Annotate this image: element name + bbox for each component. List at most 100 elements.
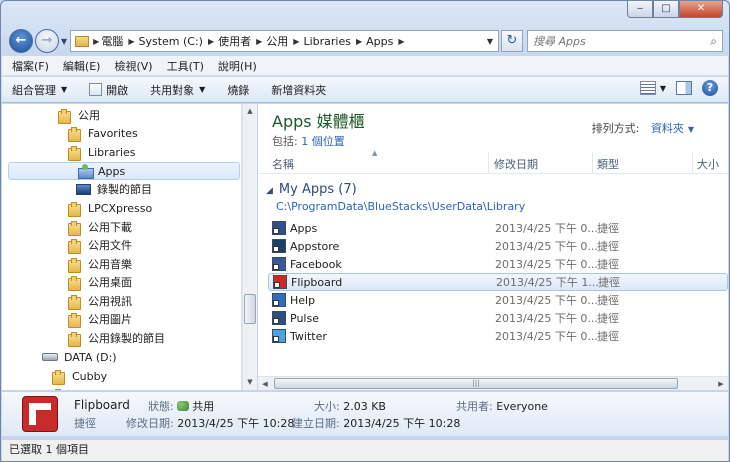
column-date-modified[interactable]: 修改日期 — [494, 156, 538, 172]
column-size[interactable]: 大小 — [697, 156, 719, 172]
tree-item[interactable]: Apps — [8, 162, 240, 180]
tree-item[interactable]: 錄製的節目 — [76, 180, 152, 198]
details-pane: Flipboard 捷徑 狀態: 共用 修改日期: 2013/4/25 下午 1… — [2, 391, 728, 436]
arrange-by-dropdown[interactable]: 資料夾 — [651, 122, 684, 135]
file-row[interactable]: Help 2013/4/25 下午 0... 捷徑 — [268, 291, 728, 309]
view-options-icon[interactable] — [639, 81, 656, 95]
details-size: 大小: 2.03 KB — [314, 400, 386, 413]
search-input[interactable] — [533, 34, 711, 48]
burn-button[interactable]: 燒錄 — [227, 82, 249, 98]
address-bar[interactable]: ▶ 電腦 ▶ System (C:) ▶ 使用者 ▶ 公用 ▶ Libraries ▶ A… — [70, 30, 499, 52]
search-box[interactable]: ⌕ — [527, 30, 723, 52]
new-folder-button[interactable]: 新增資料夾 — [271, 82, 326, 98]
tree-item[interactable]: DATA (D:) — [42, 348, 117, 366]
folder-icon — [52, 388, 65, 390]
file-row[interactable]: Pulse 2013/4/25 下午 0... 捷徑 — [268, 309, 728, 327]
file-row[interactable]: Apps 2013/4/25 下午 0... 捷徑 — [268, 219, 728, 237]
chevron-right-icon[interactable]: ▶ — [398, 37, 404, 46]
scroll-thumb[interactable]: ||| — [274, 378, 678, 389]
organize-button[interactable]: 組合管理 ▼ — [12, 82, 67, 98]
tree-item[interactable]: 公用桌面 — [68, 273, 132, 291]
forward-button[interactable]: → — [35, 29, 59, 53]
folder-icon — [68, 220, 81, 236]
chevron-right-icon[interactable]: ▶ — [356, 37, 362, 46]
file-row[interactable]: Facebook 2013/4/25 下午 0... 捷徑 — [268, 255, 728, 273]
navigation-scrollbar[interactable]: ▲ ▼ — [242, 104, 257, 390]
scroll-right-icon[interactable]: ▶ — [714, 377, 728, 391]
tree-item[interactable]: 公用文件 — [68, 236, 132, 254]
menu-view[interactable]: 檢視(V) — [114, 58, 152, 74]
scroll-left-icon[interactable]: ◀ — [258, 377, 272, 391]
menu-help[interactable]: 說明(H) — [218, 58, 257, 74]
tree-item[interactable]: 公用音樂 — [68, 255, 132, 273]
includes-locations-link[interactable]: 1 個位置 — [301, 135, 345, 148]
view-dropdown-icon[interactable]: ▼ — [660, 84, 666, 93]
tree-item-label: 錄製的節目 — [97, 183, 152, 196]
scroll-down-icon[interactable]: ▼ — [243, 375, 257, 390]
menu-edit[interactable]: 編輯(E) — [63, 58, 101, 74]
tree-item[interactable]: 公用圖片 — [68, 310, 132, 328]
flipboard-app-icon — [22, 396, 58, 432]
tree-item[interactable]: Cubby — [52, 367, 107, 385]
address-dropdown-icon[interactable]: ▼ — [482, 37, 498, 46]
chevron-down-icon[interactable]: ▼ — [688, 125, 694, 134]
scroll-up-icon[interactable]: ▲ — [243, 104, 257, 119]
tree-item[interactable]: 公用 — [58, 106, 100, 124]
column-name[interactable]: 名稱 — [272, 156, 294, 172]
menu-tools[interactable]: 工具(T) — [167, 58, 204, 74]
file-date: 2013/4/25 下午 0... — [495, 258, 598, 271]
menu-file[interactable]: 檔案(F) — [12, 58, 49, 74]
chevron-right-icon[interactable]: ▶ — [128, 37, 134, 46]
preview-pane-icon[interactable] — [676, 81, 692, 95]
group-header[interactable]: ◢ My Apps (7) — [266, 182, 357, 197]
tree-item[interactable]: LPCXpresso — [68, 199, 152, 217]
file-name: Pulse — [290, 311, 319, 325]
crumb-computer[interactable]: 電腦 ▶ — [101, 33, 134, 49]
file-row[interactable]: Flipboard 2013/4/25 下午 1... 捷徑 — [268, 273, 728, 291]
chevron-right-icon[interactable]: ▶ — [208, 37, 214, 46]
file-row[interactable]: Twitter 2013/4/25 下午 0... 捷徑 — [268, 327, 728, 345]
group-location-link[interactable]: C:\ProgramData\BlueStacks\UserData\Libra… — [276, 200, 525, 213]
tree-item[interactable]: Dropbox — [52, 386, 118, 390]
tree-item[interactable]: Libraries — [68, 143, 136, 161]
tree-item[interactable]: 公用錄製的節目 — [68, 329, 165, 347]
column-type[interactable]: 類型 — [597, 156, 619, 172]
crumb-arrow-icon[interactable]: ▶ — [93, 37, 99, 46]
library-title: Apps 媒體櫃 — [272, 112, 365, 131]
minimize-button[interactable]: ‒ — [627, 1, 653, 18]
crumb-apps[interactable]: Apps ▶ — [366, 35, 404, 48]
column-headers: ▲ 名稱 修改日期 類型 大小 — [258, 149, 728, 174]
tree-item[interactable]: 公用視訊 — [68, 292, 132, 310]
chevron-right-icon[interactable]: ▶ — [293, 37, 299, 46]
chevron-right-icon[interactable]: ▶ — [256, 37, 262, 46]
crumb-public[interactable]: 公用 ▶ — [266, 33, 299, 49]
open-button[interactable]: 開啟 — [89, 82, 128, 98]
arrange-by: 排列方式: 資料夾 ▼ — [591, 122, 694, 135]
details-created: 建立日期: 2013/4/25 下午 10:28 — [292, 417, 461, 430]
search-icon[interactable]: ⌕ — [710, 34, 717, 49]
shortcut-arrow-icon — [273, 228, 279, 234]
crumb-libraries[interactable]: Libraries ▶ — [303, 35, 362, 48]
tree-item-label: 公用桌面 — [88, 276, 132, 289]
share-with-button[interactable]: 共用對象 ▼ — [150, 82, 205, 98]
crumb-system-c[interactable]: System (C:) ▶ — [138, 35, 214, 48]
maximize-button[interactable]: □ — [653, 1, 679, 18]
horizontal-scrollbar[interactable]: ◀ ||| ▶ — [258, 376, 728, 390]
tree-item[interactable]: 公用下載 — [68, 218, 132, 236]
crumb-users[interactable]: 使用者 ▶ — [218, 33, 262, 49]
tree-item-label: Libraries — [88, 145, 136, 159]
library-icon — [75, 35, 90, 47]
menu-bar: 檔案(F) 編輯(E) 檢視(V) 工具(T) 說明(H) — [2, 56, 728, 76]
close-button[interactable]: ✕ — [679, 1, 723, 18]
tree-item[interactable]: Favorites — [68, 124, 138, 142]
file-date: 2013/4/25 下午 1... — [496, 276, 599, 289]
refresh-button[interactable]: ↻ — [501, 30, 523, 52]
file-row[interactable]: Appstore 2013/4/25 下午 0... 捷徑 — [268, 237, 728, 255]
back-button[interactable]: ← — [9, 29, 33, 53]
recent-pages-dropdown[interactable]: ▼ — [61, 37, 67, 46]
help-icon[interactable]: ? — [702, 80, 718, 96]
library-icon — [77, 164, 94, 179]
scroll-thumb[interactable] — [244, 294, 256, 324]
collapse-group-icon[interactable]: ◢ — [266, 186, 273, 196]
tree-item-label: 公用圖片 — [88, 313, 132, 326]
